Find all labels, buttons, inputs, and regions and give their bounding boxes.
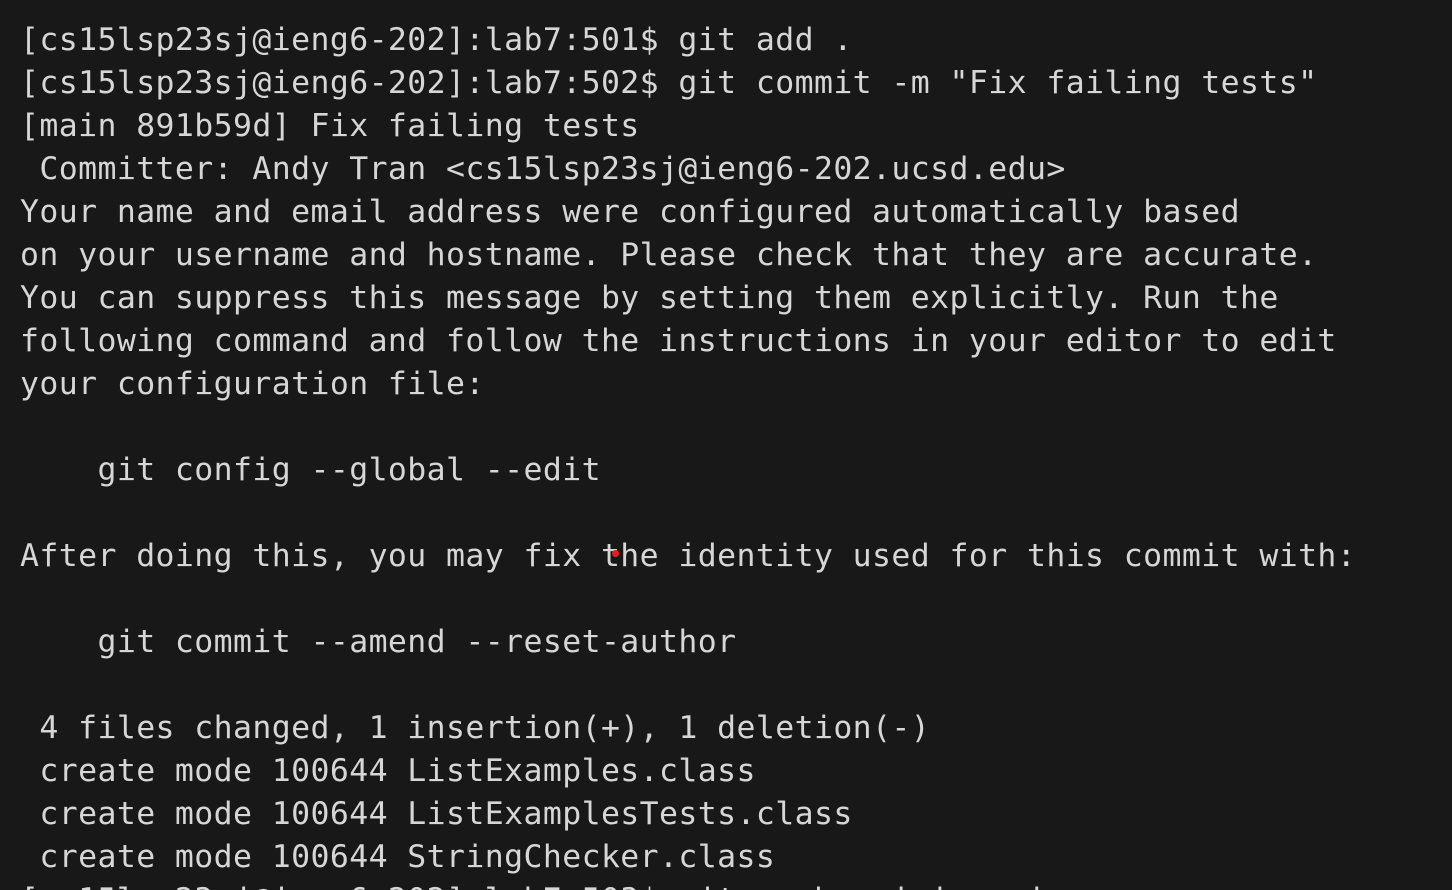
terminal-line-create-mode: create mode 100644 ListExamplesTests.cla… [20, 796, 853, 832]
terminal-line-amend-command: git commit --amend --reset-author [20, 624, 737, 660]
terminal-line-message-2: on your username and hostname. Please ch… [20, 237, 1318, 273]
terminal-line-prompt-git-push: [cs15lsp23sj@ieng6-202]:lab7:503$ git pu… [20, 879, 1452, 890]
mouse-cursor-marker [612, 550, 619, 557]
terminal-line-commit-summary: [main 891b59d] Fix failing tests [20, 108, 640, 144]
terminal-line-prompt-git-commit: [cs15lsp23sj@ieng6-202]:lab7:502$ git co… [20, 65, 1318, 101]
terminal-line-create-mode: create mode 100644 StringChecker.class [20, 839, 776, 875]
terminal-line-after-doing-this: After doing this, you may fix the identi… [20, 538, 1357, 574]
terminal-line-message-3: You can suppress this message by setting… [20, 280, 1279, 316]
terminal-window[interactable]: [cs15lsp23sj@ieng6-202]:lab7:501$ git ad… [0, 0, 1452, 890]
terminal-line-create-mode: create mode 100644 ListExamples.class [20, 753, 756, 789]
terminal-line-message-1: Your name and email address were configu… [20, 194, 1240, 230]
terminal-line-config-command: git config --global --edit [20, 452, 601, 488]
terminal-line-message-4: following command and follow the instruc… [20, 323, 1337, 359]
terminal-line-committer: Committer: Andy Tran <cs15lsp23sj@ieng6-… [20, 151, 1066, 187]
terminal-line-prompt-git-add: [cs15lsp23sj@ieng6-202]:lab7:501$ git ad… [20, 22, 853, 58]
terminal-line-message-5: your configuration file: [20, 366, 485, 402]
terminal-line-files-changed: 4 files changed, 1 insertion(+), 1 delet… [20, 710, 931, 746]
